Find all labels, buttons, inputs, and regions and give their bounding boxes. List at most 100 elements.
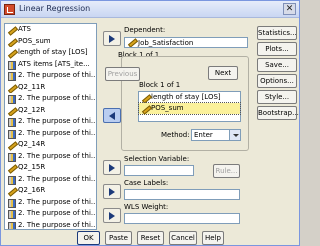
case-labels-field[interactable]: [124, 189, 240, 200]
scale-icon: [7, 175, 16, 185]
dependent-label: Dependent:: [124, 26, 166, 34]
pencil-icon: [141, 94, 150, 102]
list-item[interactable]: length of stay [LOS]: [139, 92, 240, 103]
list-item[interactable]: 2. The purpose of thi...: [5, 174, 96, 186]
wls-weight-label: WLS Weight:: [124, 203, 169, 211]
variable-label: 2. The purpose of thi...: [18, 209, 96, 217]
scale-icon: [7, 221, 16, 229]
list-item[interactable]: Q2_14R: [5, 139, 96, 151]
list-item[interactable]: length of stay [LOS]: [5, 47, 96, 59]
close-icon[interactable]: ✕: [283, 3, 296, 15]
scale-icon: [7, 60, 16, 70]
variable-label: Q2_12R: [18, 105, 46, 114]
variable-label: 2. The purpose of thi...: [18, 174, 96, 183]
paste-button[interactable]: Paste: [105, 231, 132, 245]
list-item[interactable]: 2. The purpose of thi...: [5, 116, 96, 128]
block-inner-label: Block 1 of 1: [139, 81, 181, 89]
variable-label: Q2_16R: [18, 186, 46, 194]
scale-icon: [7, 95, 16, 104]
pencil-icon: [7, 141, 16, 149]
method-label: Method:: [161, 131, 190, 139]
scale-icon: [7, 72, 16, 81]
move-to-wls-weight-button[interactable]: [103, 208, 121, 223]
reset-button[interactable]: Reset: [137, 231, 164, 245]
dependent-field[interactable]: Job_Satisfaction: [124, 37, 248, 48]
source-variable-list[interactable]: ATS POS_sumlength of stay [LOS] ATS items …: [4, 23, 97, 230]
save-button[interactable]: Save...: [257, 58, 297, 72]
cancel-button[interactable]: Cancel: [169, 231, 197, 245]
bootstrap-button[interactable]: Bootstrap...: [257, 106, 299, 120]
pencil-icon: [7, 49, 16, 57]
pencil-icon: [7, 26, 16, 34]
variable-label: Q2_11R: [18, 82, 46, 91]
case-labels-label: Case Labels:: [124, 179, 169, 187]
list-item[interactable]: ATS: [5, 24, 96, 36]
variable-label: ATS: [18, 25, 31, 33]
variable-label: 2. The purpose of thi...: [18, 117, 96, 125]
list-item[interactable]: POS_sum: [138, 102, 241, 115]
statistics-button[interactable]: Statistics...: [257, 26, 297, 40]
variable-label: 2. The purpose of thi...: [18, 220, 96, 229]
selection-variable-label: Selection Variable:: [124, 155, 190, 163]
move-to-case-labels-button[interactable]: [103, 184, 121, 199]
pencil-icon: [127, 38, 136, 46]
dependent-value: Job_Satisfaction: [138, 39, 194, 47]
list-item[interactable]: ATS items [ATS_ite...: [5, 59, 96, 71]
method-select[interactable]: Enter: [191, 129, 241, 141]
variable-label: POS_sum: [18, 36, 51, 45]
help-button[interactable]: Help: [202, 231, 224, 245]
method-value: Enter: [194, 131, 213, 139]
move-to-independents-button[interactable]: [103, 108, 121, 123]
window-title: Linear Regression: [19, 4, 91, 13]
app-icon: [4, 4, 15, 15]
list-item[interactable]: 2. The purpose of thi...: [5, 151, 96, 163]
variable-label: length of stay [LOS]: [18, 48, 88, 56]
pencil-icon: [141, 105, 150, 113]
move-to-dependent-button[interactable]: [103, 31, 121, 46]
variable-label: ATS items [ATS_ite...: [18, 59, 90, 68]
variable-label: 2. The purpose of thi...: [18, 151, 96, 160]
variable-label: Q2_14R: [18, 140, 46, 148]
scale-icon: [7, 198, 16, 208]
list-item[interactable]: Q2_12R: [5, 105, 96, 117]
pencil-icon: [7, 84, 16, 92]
pencil-icon: [7, 38, 16, 46]
list-item[interactable]: Q2_11R: [5, 82, 96, 94]
move-to-selection-button[interactable]: [103, 160, 121, 175]
rule-button[interactable]: Rule...: [213, 164, 240, 178]
variable-label: 2. The purpose of thi...: [18, 71, 96, 79]
scale-icon: [7, 210, 16, 219]
previous-button[interactable]: Previous: [105, 67, 140, 81]
ok-button[interactable]: OK: [77, 231, 100, 245]
pencil-icon: [7, 107, 16, 115]
variable-label: 2. The purpose of thi...: [18, 128, 96, 137]
scale-icon: [7, 129, 16, 139]
list-item[interactable]: 2. The purpose of thi...: [5, 197, 96, 209]
selection-variable-field[interactable]: [124, 165, 194, 176]
list-item[interactable]: 2. The purpose of thi...: [5, 70, 96, 82]
pencil-icon: [7, 187, 16, 195]
style-button[interactable]: Style...: [257, 90, 297, 104]
scale-icon: [7, 152, 16, 162]
variable-label: 2. The purpose of thi...: [18, 94, 96, 102]
variable-label: 2. The purpose of thi...: [18, 197, 96, 206]
scale-icon: [7, 118, 16, 127]
next-button[interactable]: Next: [208, 66, 238, 80]
independent-label: length of stay [LOS]: [151, 93, 221, 101]
list-item[interactable]: 2. The purpose of thi...: [5, 128, 96, 140]
pencil-icon: [7, 164, 16, 172]
list-item[interactable]: Q2_15R: [5, 162, 96, 174]
variable-label: Q2_15R: [18, 163, 46, 171]
list-item[interactable]: Q2_16R: [5, 185, 96, 197]
wls-weight-field[interactable]: [124, 213, 240, 224]
list-item[interactable]: 2. The purpose of thi...: [5, 208, 96, 220]
list-item[interactable]: 2. The purpose of thi...: [5, 220, 96, 229]
independent-list[interactable]: length of stay [LOS] POS_sum: [138, 91, 241, 122]
list-item[interactable]: POS_sum: [5, 36, 96, 48]
linear-regression-dialog: Linear Regression ✕ ATS POS_sum length of …: [0, 0, 300, 246]
title-bar: Linear Regression ✕: [1, 1, 299, 18]
list-item[interactable]: 2. The purpose of thi...: [5, 93, 96, 105]
chevron-down-icon[interactable]: [229, 130, 240, 140]
plots-button[interactable]: Plots...: [257, 42, 297, 56]
options-button[interactable]: Options...: [257, 74, 297, 88]
